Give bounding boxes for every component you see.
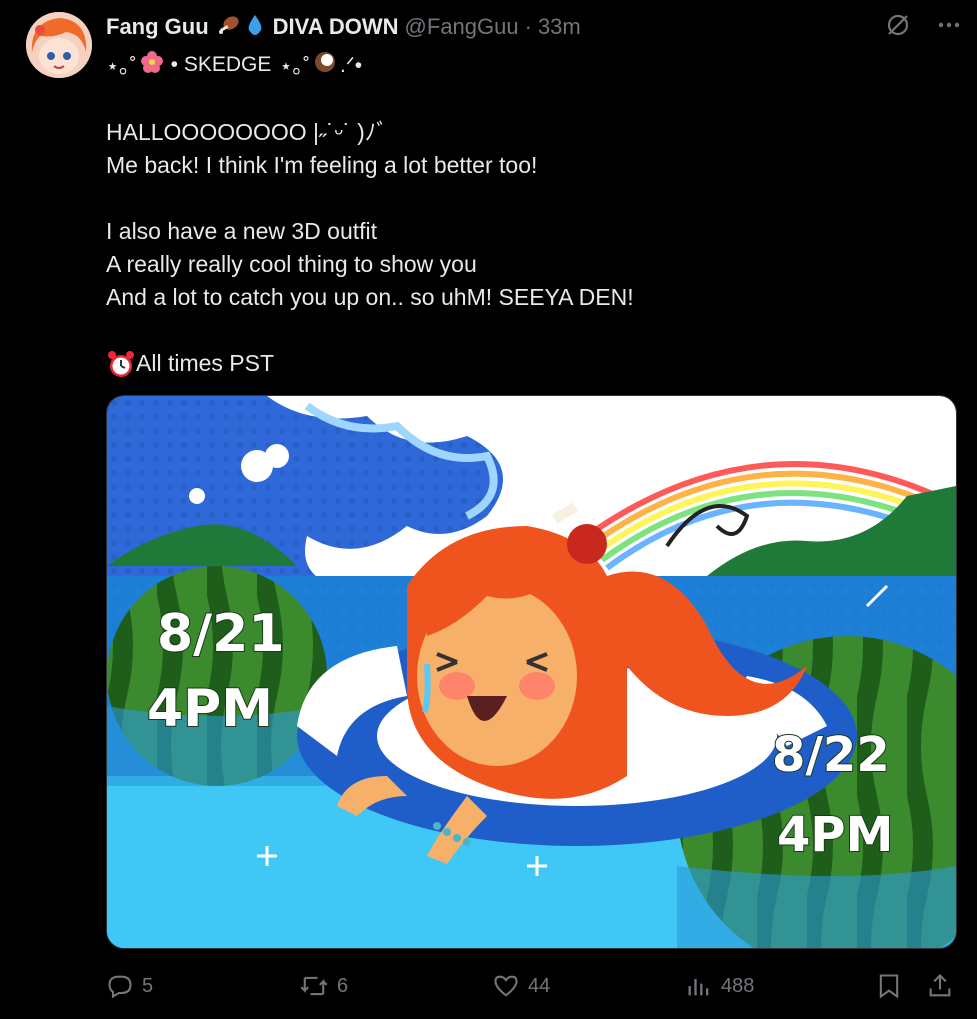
meat-icon — [217, 13, 241, 42]
tweet-image[interactable]: 8/21 4PM 8/22 4PM — [106, 395, 957, 949]
share-icon — [929, 974, 951, 997]
reply-icon — [108, 975, 132, 999]
droplet-icon — [245, 13, 265, 42]
media-time-1: 4PM — [147, 679, 273, 739]
text-line: I also have a new 3D outfit — [106, 218, 378, 244]
deco-left: ⋆｡˚ — [106, 55, 137, 78]
display-name[interactable]: Fang Guu — [106, 14, 209, 40]
times-pst-text: All times PST — [136, 350, 275, 376]
avatar[interactable] — [26, 12, 92, 78]
text-line: And a lot to catch you up on.. so uhM! S… — [106, 284, 634, 310]
text-line-times: All times PST — [106, 347, 946, 380]
reply-count: 5 — [142, 974, 154, 997]
share-button[interactable] — [926, 972, 954, 1000]
display-name-suffix[interactable]: DIVA DOWN — [273, 14, 399, 40]
media-time-2: 4PM — [777, 807, 893, 863]
reply-button[interactable]: 5 — [106, 972, 153, 1000]
text-line: A really really cool thing to show you — [106, 251, 477, 277]
repost-icon — [300, 976, 328, 996]
coconut-icon — [314, 51, 336, 79]
media-date-2: 8/22 — [772, 727, 890, 783]
bookmark-button[interactable] — [876, 972, 902, 1000]
tweet-header: Fang Guu DIVA DOWN @FangGuu · 33m — [106, 12, 957, 42]
deco-mid: ⋆｡˚ — [279, 55, 310, 78]
view-count: 488 — [721, 974, 755, 997]
tweet-text: HALLOOOOOOOO |˶˙ᵕ˙ )ﾉﾞ Me back! I think … — [106, 116, 946, 380]
alarm-clock-icon — [106, 349, 136, 379]
like-button[interactable]: 44 — [492, 972, 550, 1000]
text-line: Me back! I think I'm feeling a lot bette… — [106, 152, 538, 178]
subline-text: • SKEDGE — [170, 53, 272, 76]
bookmark-icon — [879, 974, 899, 999]
more-options-icon[interactable] — [937, 13, 961, 37]
like-count: 44 — [528, 974, 551, 997]
timestamp[interactable]: 33m — [538, 14, 581, 40]
text-line: HALLOOOOOOOO |˶˙ᵕ˙ )ﾉﾞ — [106, 119, 388, 145]
bio-subline: ⋆｡˚ • SKEDGE ⋆｡˚ .ᐟ• — [106, 50, 362, 80]
separator: · — [524, 14, 532, 39]
analytics-icon — [688, 979, 709, 996]
grok-icon[interactable] — [885, 12, 911, 38]
views-button[interactable]: 488 — [685, 972, 754, 1000]
header-actions — [885, 12, 961, 38]
deco-right: .ᐟ• — [340, 53, 363, 77]
repost-button[interactable]: 6 — [299, 972, 348, 1000]
hibiscus-icon — [140, 51, 163, 79]
media-date-1: 8/21 — [157, 604, 285, 664]
repost-count: 6 — [337, 974, 349, 997]
watermelon-left — [107, 566, 327, 786]
heart-icon — [494, 975, 518, 997]
handle[interactable]: @FangGuu — [405, 14, 519, 40]
action-bar: 5 6 44 488 — [106, 966, 956, 1006]
